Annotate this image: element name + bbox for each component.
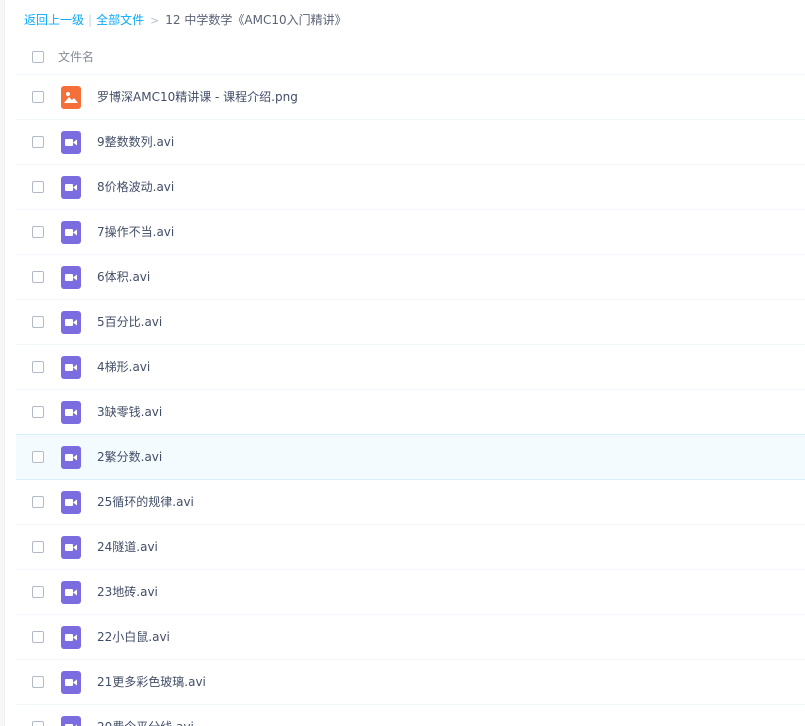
file-row[interactable]: 7操作不当.avi xyxy=(16,210,805,255)
file-row[interactable]: 5百分比.avi xyxy=(16,300,805,345)
file-name[interactable]: 20费今平分线.avi xyxy=(97,719,194,726)
file-row[interactable]: 25循环的规律.avi xyxy=(16,480,805,525)
row-checkbox[interactable] xyxy=(32,406,44,418)
file-name[interactable]: 2繁分数.avi xyxy=(97,449,162,465)
back-link[interactable]: 返回上一级 xyxy=(24,13,84,27)
row-checkbox[interactable] xyxy=(32,91,44,103)
file-name[interactable]: 5百分比.avi xyxy=(97,314,162,330)
file-name[interactable]: 25循环的规律.avi xyxy=(97,494,194,510)
video-file-icon[interactable] xyxy=(61,401,81,424)
video-file-icon[interactable] xyxy=(61,716,81,726)
video-file-icon[interactable] xyxy=(61,491,81,514)
file-row[interactable]: 罗博深AMC10精讲课 - 课程介绍.png xyxy=(16,75,805,120)
row-checkbox[interactable] xyxy=(32,676,44,688)
row-checkbox[interactable] xyxy=(32,541,44,553)
row-checkbox[interactable] xyxy=(32,451,44,463)
row-checkbox[interactable] xyxy=(32,496,44,508)
column-header-filename[interactable]: 文件名 xyxy=(58,49,94,65)
breadcrumb: 返回上一级 | 全部文件 >12 中学数学《AMC10入门精讲》 xyxy=(24,11,347,29)
row-checkbox[interactable] xyxy=(32,631,44,643)
row-checkbox[interactable] xyxy=(32,136,44,148)
video-file-icon[interactable] xyxy=(61,356,81,379)
file-name[interactable]: 9整数数列.avi xyxy=(97,134,174,150)
file-name[interactable]: 23地砖.avi xyxy=(97,584,158,600)
row-checkbox[interactable] xyxy=(32,586,44,598)
list-header: 文件名 xyxy=(16,40,805,75)
file-name[interactable]: 22小白鼠.avi xyxy=(97,629,170,645)
file-name[interactable]: 罗博深AMC10精讲课 - 课程介绍.png xyxy=(97,89,298,105)
select-all-checkbox[interactable] xyxy=(32,51,44,63)
video-file-icon[interactable] xyxy=(61,176,81,199)
file-list: 罗博深AMC10精讲课 - 课程介绍.png 9整数数列.avi 8价格波动.avi… xyxy=(16,75,805,726)
video-file-icon[interactable] xyxy=(61,626,81,649)
file-row[interactable]: 6体积.avi xyxy=(16,255,805,300)
video-file-icon[interactable] xyxy=(61,536,81,559)
file-name[interactable]: 4梯形.avi xyxy=(97,359,150,375)
row-checkbox[interactable] xyxy=(32,316,44,328)
left-rail xyxy=(0,0,5,726)
row-checkbox[interactable] xyxy=(32,271,44,283)
image-file-icon[interactable] xyxy=(61,86,81,109)
video-file-icon[interactable] xyxy=(61,581,81,604)
file-row[interactable]: 24隧道.avi xyxy=(16,525,805,570)
file-name[interactable]: 7操作不当.avi xyxy=(97,224,174,240)
file-row[interactable]: 2繁分数.avi xyxy=(16,434,805,480)
row-checkbox[interactable] xyxy=(32,721,44,726)
file-name[interactable]: 24隧道.avi xyxy=(97,539,158,555)
all-files-link[interactable]: 全部文件 xyxy=(96,13,144,27)
file-browser: 返回上一级 | 全部文件 >12 中学数学《AMC10入门精讲》 文件名 罗博深AMC… xyxy=(0,0,805,726)
file-name[interactable]: 6体积.avi xyxy=(97,269,150,285)
file-row[interactable]: 22小白鼠.avi xyxy=(16,615,805,660)
breadcrumb-arrow: > xyxy=(150,14,160,27)
video-file-icon[interactable] xyxy=(61,446,81,469)
file-row[interactable]: 9整数数列.avi xyxy=(16,120,805,165)
file-name[interactable]: 3缺零钱.avi xyxy=(97,404,162,420)
row-checkbox[interactable] xyxy=(32,181,44,193)
video-file-icon[interactable] xyxy=(61,266,81,289)
file-row[interactable]: 4梯形.avi xyxy=(16,345,805,390)
video-file-icon[interactable] xyxy=(61,131,81,154)
file-name[interactable]: 21更多彩色玻璃.avi xyxy=(97,674,206,690)
row-checkbox[interactable] xyxy=(32,226,44,238)
file-row[interactable]: 8价格波动.avi xyxy=(16,165,805,210)
file-name[interactable]: 8价格波动.avi xyxy=(97,179,174,195)
video-file-icon[interactable] xyxy=(61,671,81,694)
breadcrumb-separator: | xyxy=(88,13,93,27)
file-row[interactable]: 20费今平分线.avi xyxy=(16,705,805,726)
current-folder: 12 中学数学《AMC10入门精讲》 xyxy=(165,13,347,27)
video-file-icon[interactable] xyxy=(61,221,81,244)
video-file-icon[interactable] xyxy=(61,311,81,334)
file-row[interactable]: 3缺零钱.avi xyxy=(16,390,805,435)
file-row[interactable]: 21更多彩色玻璃.avi xyxy=(16,660,805,705)
file-row[interactable]: 23地砖.avi xyxy=(16,570,805,615)
row-checkbox[interactable] xyxy=(32,361,44,373)
